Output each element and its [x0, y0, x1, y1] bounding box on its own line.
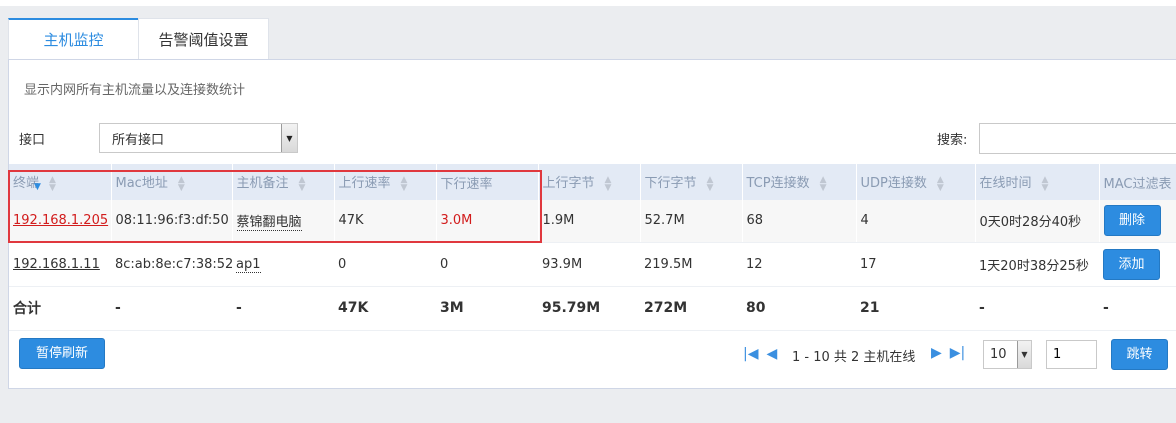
host-monitor-panel: 显示内网所有主机流量以及连接数统计 接口 所有接口 ▼ 搜索: 终端 ▲ ▼ Mac…: [8, 59, 1176, 389]
table-row: 192.168.1.205 08:11:96:f3:df:50 蔡锦翻电脑 47…: [9, 200, 1176, 243]
down-bytes-cell: 52.7M: [640, 200, 743, 243]
terminal-ip-link[interactable]: 192.168.1.11: [13, 257, 100, 272]
down-rate-cell: 0: [436, 242, 538, 287]
up-bytes-cell: 1.9M: [538, 200, 641, 243]
pager-next-controls: ▶ ▶|: [931, 345, 965, 361]
up-rate-cell: 47K: [334, 200, 437, 243]
total-udp: 21: [856, 286, 975, 331]
sort-icon: ▲ ▼: [49, 174, 56, 193]
column-header-down-rate[interactable]: 下行速率 ▼: [34, 164, 539, 200]
last-page-icon[interactable]: ▶|: [950, 345, 965, 361]
delete-button[interactable]: 删除: [1103, 205, 1161, 237]
add-button[interactable]: 添加: [1103, 248, 1160, 280]
sort-icon: ▲ ▼: [936, 174, 944, 193]
total-mac: -: [111, 286, 232, 331]
sort-icon: ▲ ▼: [1041, 174, 1049, 193]
sort-icon: ▲ ▼: [604, 174, 612, 193]
total-online: -: [975, 286, 1099, 331]
sort-icon: ▲ ▼: [400, 174, 408, 193]
table-row: 192.168.1.11 8c:ab:8e:c7:38:52 ap1 0 0 9…: [9, 242, 1176, 287]
udp-cell: 4: [856, 200, 976, 243]
page-size-select[interactable]: 10 ▼: [983, 340, 1032, 369]
up-rate-cell: 0: [334, 242, 436, 287]
column-header-terminal[interactable]: 终端 ▲ ▼: [9, 164, 112, 200]
mac-cell: 08:11:96:f3:df:50: [111, 200, 233, 243]
down-rate-cell: 3.0M: [436, 200, 539, 243]
total-row: 合计 - - 47K 3M 95.79M 272M 80 21 - -: [9, 286, 1176, 331]
pause-refresh-button[interactable]: 暂停刷新: [19, 338, 105, 369]
search-input[interactable]: [979, 123, 1176, 154]
total-down-bytes: 272M: [640, 286, 742, 331]
pager-summary: 1 - 10 共 2 主机在线: [792, 350, 916, 365]
total-down-rate: 3M: [436, 286, 538, 331]
chevron-down-icon: ▼: [281, 124, 297, 152]
tab-alarm-threshold[interactable]: 告警阈值设置: [138, 18, 269, 60]
host-note[interactable]: ap1: [236, 256, 261, 273]
table-header-row: 终端 ▲ ▼ Mac地址 ▲ ▼ 主机备注 ▲ ▼ 上行速率 ▲ ▼ 下行速率 ▼ 上行字节 ▲ ▼ …: [9, 164, 1176, 200]
total-up-rate: 47K: [334, 286, 436, 331]
top-strip: [0, 0, 1176, 6]
column-header-online-time[interactable]: 在线时间 ▲ ▼: [975, 164, 1100, 200]
online-time-cell: 0天0时28分40秒: [975, 200, 1100, 243]
interface-label: 接口: [19, 133, 46, 148]
prev-page-icon[interactable]: ◀: [766, 346, 777, 362]
udp-cell: 17: [856, 242, 975, 287]
first-page-icon[interactable]: |◀: [743, 346, 758, 362]
column-header-mac-filter[interactable]: MAC过滤表: [1099, 164, 1176, 200]
panel-description: 显示内网所有主机流量以及连接数统计: [24, 83, 246, 98]
mac-cell: 8c:ab:8e:c7:38:52: [111, 242, 232, 287]
total-up-bytes: 95.79M: [538, 286, 640, 331]
online-time-cell: 1天20时38分25秒: [975, 242, 1099, 287]
total-action: -: [1099, 286, 1176, 331]
tab-host-monitor[interactable]: 主机监控: [8, 18, 139, 60]
column-header-down-bytes[interactable]: 下行字节 ▲ ▼: [640, 164, 743, 200]
total-tcp: 80: [742, 286, 856, 331]
pager-prev-controls: |◀ ◀: [743, 340, 777, 368]
chevron-down-icon: ▼: [1017, 341, 1031, 368]
column-header-udp[interactable]: UDP连接数 ▲ ▼: [856, 164, 976, 200]
terminal-ip-link[interactable]: 192.168.1.205: [13, 213, 108, 228]
search-label: 搜索:: [937, 133, 968, 148]
column-header-up-rate[interactable]: 上行速率 ▲ ▼: [334, 164, 437, 200]
column-header-up-bytes[interactable]: 上行字节 ▲ ▼: [538, 164, 641, 200]
sort-icon: ▲ ▼: [298, 174, 306, 193]
column-header-tcp[interactable]: TCP连接数 ▲ ▼: [742, 164, 857, 200]
host-note[interactable]: 蔡锦翻电脑: [236, 215, 302, 232]
next-page-icon[interactable]: ▶: [931, 345, 942, 361]
column-header-note[interactable]: 主机备注 ▲ ▼: [232, 164, 335, 200]
interface-select[interactable]: 所有接口 ▼: [99, 123, 298, 153]
tcp-cell: 12: [742, 242, 856, 287]
sort-icon: ▲ ▼: [819, 174, 827, 193]
total-note: -: [232, 286, 334, 331]
total-label: 合计: [9, 286, 111, 331]
tcp-cell: 68: [742, 200, 857, 243]
sort-icon: ▲ ▼: [706, 174, 714, 193]
sort-icon: ▲ ▼: [177, 174, 185, 193]
page-size-value: 10: [990, 347, 1007, 362]
tab-bar: 主机监控 告警阈值设置: [8, 18, 269, 60]
down-bytes-cell: 219.5M: [640, 242, 742, 287]
interface-select-value: 所有接口: [112, 132, 165, 148]
host-table: 终端 ▲ ▼ Mac地址 ▲ ▼ 主机备注 ▲ ▼ 上行速率 ▲ ▼ 下行速率 ▼ 上行字节 ▲ ▼ …: [9, 164, 1176, 331]
jump-button[interactable]: 跳转: [1111, 339, 1168, 370]
up-bytes-cell: 93.9M: [538, 242, 640, 287]
column-header-mac[interactable]: Mac地址 ▲ ▼: [111, 164, 233, 200]
page-number-input[interactable]: [1046, 340, 1097, 369]
